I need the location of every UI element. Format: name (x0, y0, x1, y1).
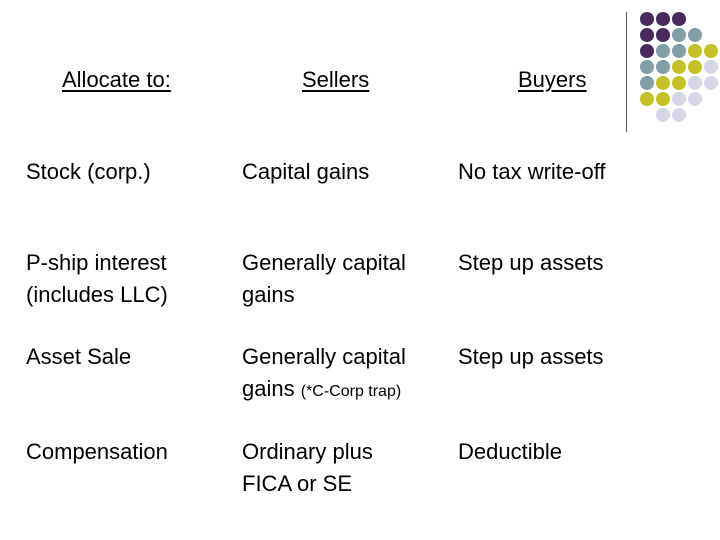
decor-dot (672, 92, 686, 106)
row-buyers-pship: Step up assets (458, 250, 604, 275)
row-buyers-compensation: Deductible (458, 439, 562, 464)
row-sellers-asset-gains: gains (242, 376, 295, 401)
row-sellers-compensation: Ordinary plus FICA or SE (242, 436, 373, 500)
decor-dot (688, 44, 702, 58)
row-label-compensation: Compensation (26, 439, 168, 464)
c-corp-trap-note: (*C-Corp trap) (300, 383, 402, 400)
decor-dot (704, 44, 718, 58)
row-label-pship: P-ship interest (includes LLC) (26, 247, 168, 311)
row-label-pship-line1: P-ship interest (26, 250, 167, 275)
decor-dot (656, 12, 670, 26)
row-sellers-stock: Capital gains (242, 159, 370, 184)
decorative-divider-line (626, 12, 627, 132)
decor-dot (640, 12, 654, 26)
decor-dot (640, 44, 654, 58)
decor-dot (656, 60, 670, 74)
row-label-pship-line2: (includes LLC) (26, 282, 168, 307)
decor-dot (688, 60, 702, 74)
decor-dot (672, 44, 686, 58)
decor-dot (672, 12, 686, 26)
decor-dot (688, 76, 702, 90)
row-buyers-stock: No tax write-off (458, 159, 606, 184)
row-sellers-comp-line2: FICA or SE (242, 471, 353, 496)
row-sellers-asset-line2: gains (*C-Corp trap) (242, 373, 406, 408)
decor-dot (656, 76, 670, 90)
header-allocate-to: Allocate to: (62, 67, 171, 92)
decor-dot (656, 28, 670, 42)
decor-dot (672, 60, 686, 74)
row-sellers-comp-line1: Ordinary plus (242, 439, 373, 464)
row-sellers-pship-line2: gains (242, 282, 295, 307)
decor-dot (640, 60, 654, 74)
decor-dot (640, 28, 654, 42)
row-sellers-asset-sale: Generally capital gains (*C-Corp trap) (242, 341, 406, 408)
decor-dot (656, 92, 670, 106)
row-sellers-pship-line1: Generally capital (242, 250, 406, 275)
decor-dot (704, 76, 718, 90)
decor-dot (688, 28, 702, 42)
decor-dot (640, 76, 654, 90)
decor-dot (672, 28, 686, 42)
decor-dot (704, 60, 718, 74)
decor-dot (640, 92, 654, 106)
header-buyers: Buyers (518, 67, 587, 92)
row-sellers-pship: Generally capital gains (242, 247, 406, 311)
decor-dot (672, 76, 686, 90)
decor-dot (656, 44, 670, 58)
decor-dot (672, 108, 686, 122)
row-sellers-asset-line1: Generally capital (242, 344, 406, 369)
decor-dot (656, 108, 670, 122)
row-label-asset-sale: Asset Sale (26, 344, 132, 369)
row-label-stock: Stock (corp.) (26, 159, 151, 184)
decor-dot (688, 92, 702, 106)
header-sellers: Sellers (302, 67, 370, 92)
row-buyers-asset-sale: Step up assets (458, 344, 604, 369)
